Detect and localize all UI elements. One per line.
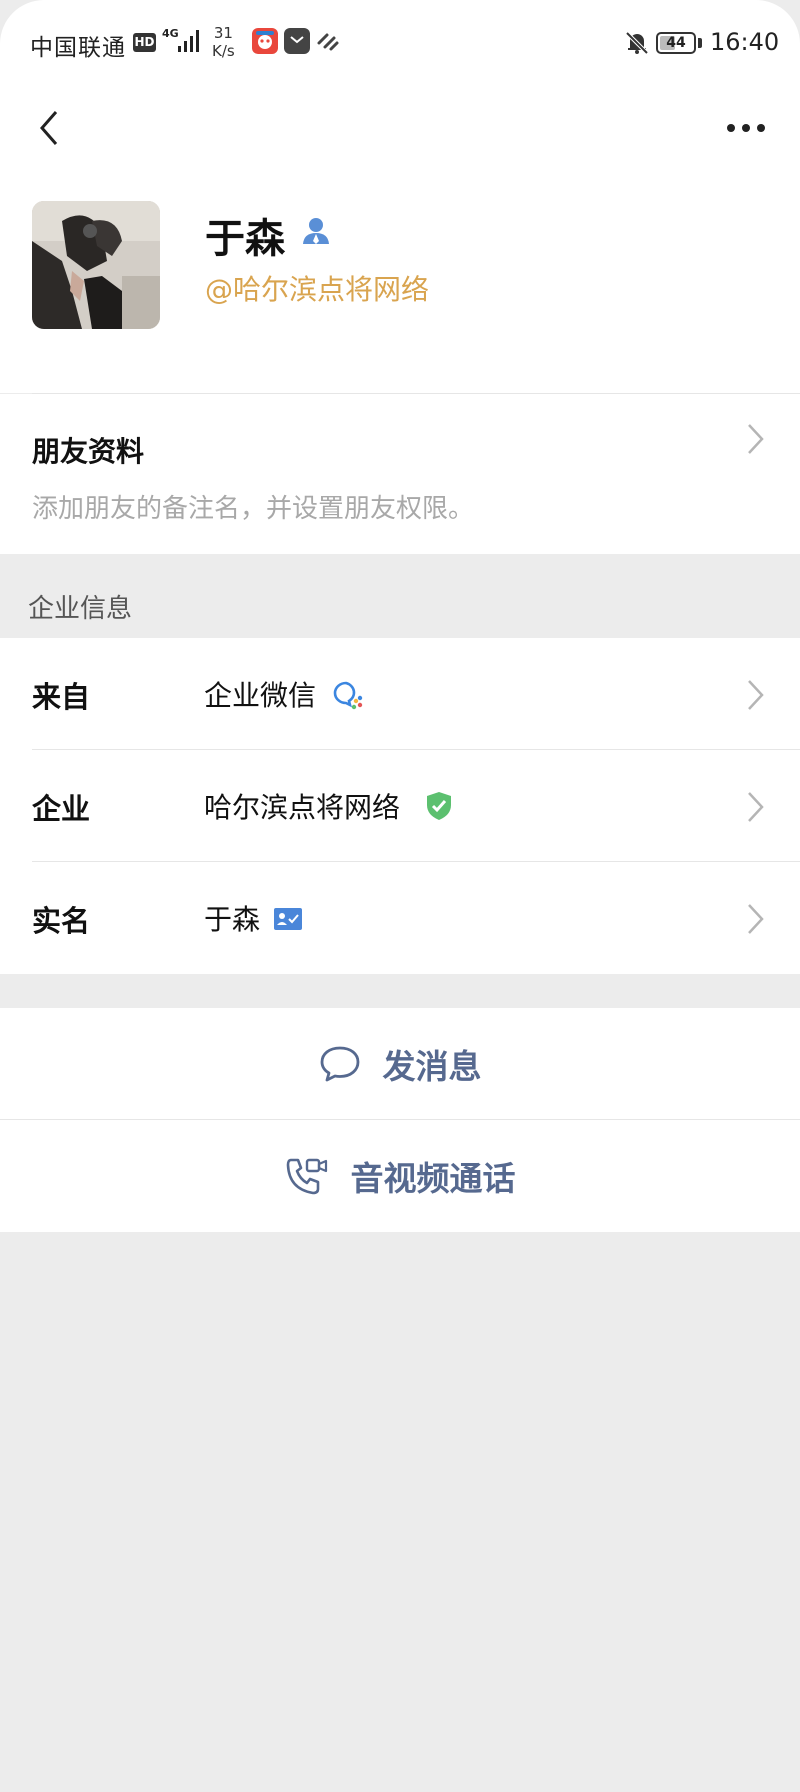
friend-info-row[interactable]: 朋友资料 添加朋友的备注名，并设置朋友权限。 (0, 394, 800, 554)
phone-video-icon (286, 1158, 327, 1195)
info-row-value: 于森 (204, 903, 261, 936)
section-header-label: 企业信息 (28, 594, 133, 624)
chevron-left-icon (40, 111, 58, 145)
info-row-source[interactable]: 来自 企业微信 (0, 638, 800, 750)
avatar[interactable] (32, 201, 160, 329)
net-speed-unit: K/s (212, 42, 235, 60)
chat-bubble-icon (320, 1046, 359, 1082)
chevron-right-icon (748, 792, 764, 822)
link-notification-icon (317, 33, 339, 51)
send-message-label: 发消息 (382, 1047, 482, 1086)
chevron-right-icon (748, 680, 764, 710)
info-row-label: 实名 (32, 904, 91, 938)
clock: 16:40 (710, 28, 780, 56)
app-notification-icon (252, 28, 278, 54)
chevron-right-icon (748, 904, 764, 934)
enterprise-info-list: 来自 企业微信 企业 哈尔滨点将网络 实名 于森 (0, 638, 800, 974)
section-header: 企业信息 (0, 554, 800, 638)
action-list: 发消息 音视频通话 (0, 1008, 800, 1232)
chevron-right-icon (748, 424, 764, 454)
more-button[interactable] (716, 98, 776, 158)
wecom-icon (333, 681, 363, 710)
corp-tag: @哈尔滨点将网络 (205, 273, 430, 306)
info-row-value: 哈尔滨点将网络 (204, 791, 401, 824)
av-call-label: 音视频通话 (350, 1159, 516, 1198)
battery-icon: 44 (656, 32, 696, 54)
profile-name: 于森 (205, 216, 285, 262)
friend-info-title: 朋友资料 (32, 435, 145, 468)
status-bar: 中国联通 HD 4G 31 K/s 44 16:40 (0, 0, 800, 90)
id-card-icon (274, 908, 302, 930)
battery-tip (698, 38, 702, 48)
send-message-button[interactable]: 发消息 (0, 1008, 800, 1120)
av-call-button[interactable]: 音视频通话 (0, 1120, 800, 1232)
net-speed: 31 K/s (212, 24, 235, 60)
network-type: 4G (162, 27, 179, 40)
info-row-label: 企业 (32, 792, 91, 826)
verified-shield-icon (427, 792, 451, 820)
profile-header: 于森 @哈尔滨点将网络 (0, 190, 800, 393)
carrier-name: 中国联通 (30, 35, 126, 61)
info-row-company[interactable]: 企业 哈尔滨点将网络 (0, 750, 800, 862)
mail-notification-icon (284, 28, 310, 54)
info-row-value: 企业微信 (204, 679, 317, 712)
signal-icon (178, 30, 199, 52)
more-dots-icon (727, 124, 765, 132)
back-button[interactable] (24, 98, 74, 158)
friend-info-subtitle: 添加朋友的备注名，并设置朋友权限。 (32, 494, 475, 524)
hd-badge: HD (133, 33, 156, 52)
info-row-realname[interactable]: 实名 于森 (0, 862, 800, 974)
bell-muted-icon (625, 31, 649, 55)
app-frame: 中国联通 HD 4G 31 K/s 44 16:40 于森 @哈尔滨点将网络 朋… (0, 0, 800, 1792)
person-icon (303, 218, 329, 244)
info-row-label: 来自 (32, 680, 91, 714)
net-speed-value: 31 (213, 24, 233, 42)
battery-level: 44 (666, 35, 686, 51)
nav-bar (0, 90, 800, 190)
